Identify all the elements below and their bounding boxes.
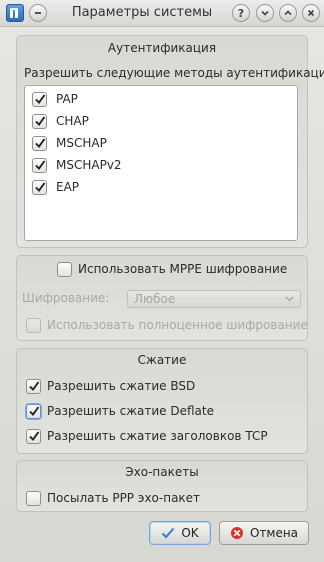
- encryption-select-value: Любое: [134, 292, 176, 306]
- maximize-button[interactable]: [279, 4, 297, 22]
- pap-checkbox[interactable]: [32, 92, 47, 107]
- tcp-header-compression-label: Разрешить сжатие заголовков TCP: [47, 429, 268, 443]
- authentication-group-title: Аутентификация: [107, 41, 217, 55]
- encryption-select[interactable]: Любое: [127, 290, 301, 308]
- ppp-echo-checkbox[interactable]: [26, 491, 41, 506]
- list-item-pap[interactable]: PAP: [32, 91, 232, 109]
- bsd-compression-label: Разрешить сжатие BSD: [47, 379, 196, 393]
- ok-button[interactable]: OK: [149, 521, 211, 545]
- full-encryption-checkbox[interactable]: [26, 318, 41, 333]
- check-icon: [29, 406, 40, 416]
- title-bar[interactable]: Параметры системы ?: [0, 0, 324, 27]
- system-settings-dialog: Параметры системы ? Аутентификация Разре…: [0, 0, 324, 562]
- chevron-down-icon: [261, 10, 269, 16]
- mschap-checkbox[interactable]: [32, 136, 47, 151]
- check-icon: [35, 116, 46, 126]
- mschap-label: MSCHAP: [56, 136, 107, 150]
- encryption-label: Шифрование:: [22, 291, 110, 305]
- deflate-compression-label: Разрешить сжатие Deflate: [47, 404, 214, 418]
- help-button[interactable]: ?: [232, 4, 250, 22]
- check-icon: [29, 381, 40, 391]
- tcp-header-compression-checkbox[interactable]: [26, 429, 41, 444]
- list-item-mschapv2[interactable]: MSCHAPv2: [32, 157, 232, 175]
- use-mppe-label: Использовать MPPE шифрование: [78, 262, 288, 276]
- check-icon: [35, 160, 46, 170]
- deflate-compression-checkbox[interactable]: [26, 404, 41, 419]
- echo-group-title: Эхо-пакеты: [125, 465, 199, 479]
- pap-label: PAP: [56, 92, 78, 106]
- minimize-button[interactable]: [256, 4, 274, 22]
- chevron-up-icon: [284, 10, 292, 16]
- list-item-eap[interactable]: EAP: [32, 179, 232, 197]
- mschapv2-label: MSCHAPv2: [56, 158, 122, 172]
- ppp-echo-label: Посылать PPP эхо-пакет: [47, 491, 201, 505]
- list-item-chap[interactable]: CHAP: [32, 113, 232, 131]
- close-icon: [307, 9, 315, 17]
- check-icon: [35, 182, 46, 192]
- app-icon[interactable]: [6, 4, 24, 22]
- check-icon: [35, 138, 46, 148]
- cancel-icon: [230, 527, 243, 539]
- bsd-compression-checkbox[interactable]: [26, 379, 41, 394]
- use-mppe-checkbox[interactable]: [57, 262, 72, 277]
- eap-label: EAP: [56, 180, 80, 194]
- check-icon: [162, 527, 175, 539]
- eap-checkbox[interactable]: [32, 180, 47, 195]
- mschapv2-checkbox[interactable]: [32, 158, 47, 173]
- window-title: Параметры системы: [71, 5, 213, 20]
- list-item-mschap[interactable]: MSCHAP: [32, 135, 232, 153]
- full-encryption-label: Использовать полноценное шифрование: [47, 318, 308, 332]
- chevron-down-icon: [285, 296, 294, 302]
- check-icon: [29, 431, 40, 441]
- cancel-button[interactable]: Отмена: [219, 521, 309, 545]
- close-button[interactable]: [302, 4, 320, 22]
- cancel-button-label: Отмена: [249, 526, 299, 540]
- check-icon: [35, 94, 46, 104]
- auth-methods-list[interactable]: PAP CHAP MSCHAP MSCHAPv2 EAP: [24, 85, 298, 241]
- compression-group-title: Сжатие: [137, 353, 187, 367]
- window-menu-button[interactable]: [29, 4, 47, 22]
- chap-label: CHAP: [56, 114, 89, 128]
- ok-button-label: OK: [181, 526, 199, 540]
- chap-checkbox[interactable]: [32, 114, 47, 129]
- help-icon: ?: [237, 6, 245, 20]
- auth-methods-prompt: Разрешить следующие методы аутентификаци…: [24, 66, 324, 80]
